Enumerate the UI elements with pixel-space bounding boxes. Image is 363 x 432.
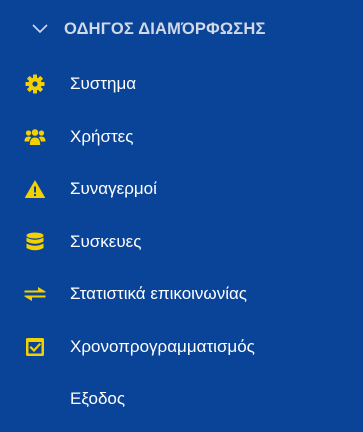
database-icon — [24, 231, 46, 253]
sidebar-item-label: Χρήστες — [70, 126, 134, 146]
sidebar-item-label: Εξοδος — [70, 389, 126, 409]
sidebar-item-label: Χρονοπρογραμματισμός — [70, 336, 255, 356]
sidebar-menu: ΟΔΗΓΟΣ ΔΙΑΜΌΡΦΩΣΗΣ Συστημα Χρήστες Συναγ… — [0, 0, 363, 432]
sidebar-item-exit[interactable]: Εξοδος — [0, 373, 363, 426]
transfer-icon — [24, 283, 46, 305]
sidebar-item-system[interactable]: Συστημα — [0, 58, 363, 111]
sidebar-item-users[interactable]: Χρήστες — [0, 111, 363, 164]
warning-icon — [24, 178, 46, 200]
sidebar-item-label: Στατιστικά επικοινωνίας — [70, 284, 247, 304]
menu-section-header[interactable]: ΟΔΗΓΟΣ ΔΙΑΜΌΡΦΩΣΗΣ — [0, 0, 363, 58]
sidebar-item-scheduling[interactable]: Χρονοπρογραμματισμός — [0, 321, 363, 374]
calendar-check-icon — [24, 336, 46, 358]
sidebar-item-alarms[interactable]: Συναγερμοί — [0, 163, 363, 216]
menu-section-title: ΟΔΗΓΟΣ ΔΙΑΜΌΡΦΩΣΗΣ — [64, 19, 266, 38]
sidebar-item-communication-stats[interactable]: Στατιστικά επικοινωνίας — [0, 268, 363, 321]
users-icon — [24, 126, 46, 148]
sidebar-item-devices[interactable]: Συσκευες — [0, 216, 363, 269]
sidebar-item-label: Συναγερμοί — [70, 179, 157, 199]
gear-icon — [24, 73, 46, 95]
sidebar-item-label: Συστημα — [70, 74, 137, 94]
sidebar-item-label: Συσκευες — [70, 231, 142, 251]
chevron-down-icon — [28, 19, 52, 39]
